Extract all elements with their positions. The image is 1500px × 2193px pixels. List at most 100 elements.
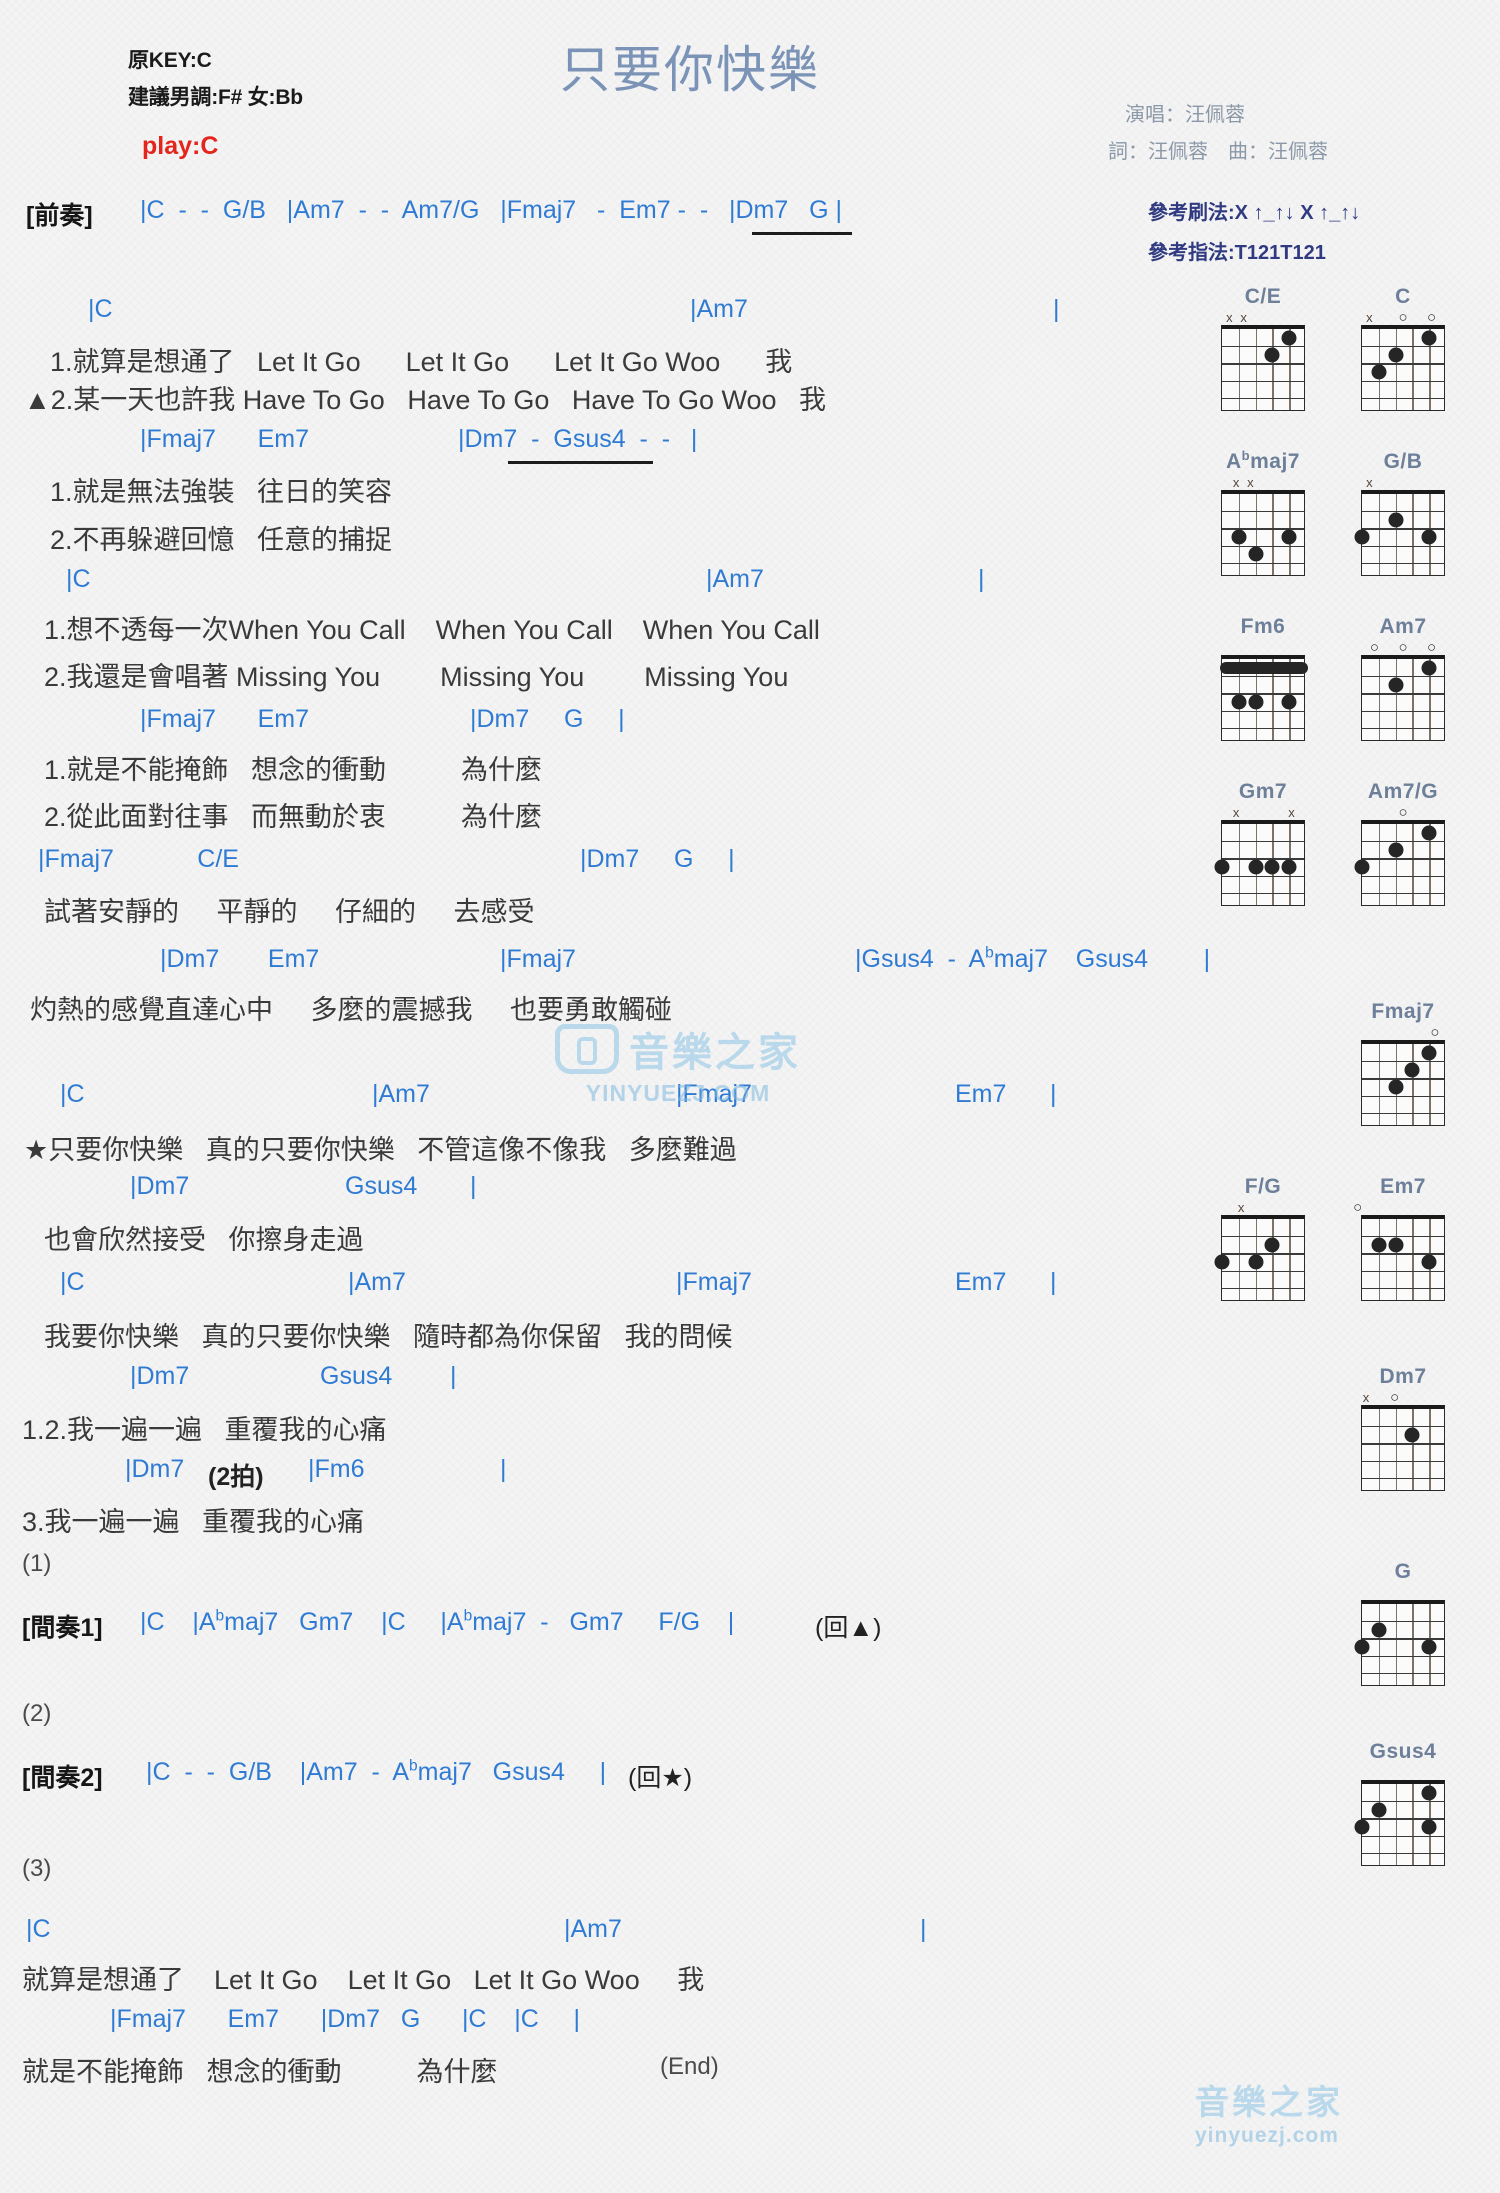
- ending-number-3: (3): [22, 1855, 52, 1882]
- chord-row-fmaj7-3: |Fmaj7: [500, 945, 576, 973]
- fret-line: [1222, 676, 1304, 678]
- watermark-logo-icon: [555, 1024, 619, 1074]
- chord-open-mute-marks: x ○: [1355, 1389, 1451, 1406]
- fretboard-grid: [1354, 1780, 1445, 1866]
- fret-line: [1222, 892, 1304, 895]
- chord-row-em7-3: Em7: [955, 1080, 1007, 1108]
- finger-dot: [1388, 1079, 1404, 1095]
- chord-row-dm7-gsus4-1: |Dm7 - Gsus4 - - |: [458, 425, 698, 453]
- ending-number-2: (2): [22, 1700, 52, 1727]
- finger-dot: [1214, 1254, 1230, 1270]
- chord-diagram-label: Gm7: [1238, 780, 1288, 803]
- chord-diagram-label: C: [1395, 285, 1411, 308]
- watermark-bottom: 音樂之家 yinyuezj.com: [1195, 2075, 1343, 2148]
- finger-dot: [1214, 859, 1230, 875]
- muted-string-icon: x: [1237, 1200, 1245, 1215]
- finger-dot: [1248, 546, 1264, 562]
- finger-dot: [1404, 1427, 1420, 1443]
- lyric-line-v1b: 1.就是無法強裝 往日的笑容: [50, 477, 393, 507]
- fret-line: [1362, 511, 1444, 513]
- fret-line: [1362, 1477, 1444, 1480]
- fret-line: [1222, 710, 1304, 712]
- chord-diagram-g: G: [1354, 1560, 1451, 1686]
- lyric-line-v2b: 2.不再躲避回憶 任意的捕捉: [50, 525, 393, 555]
- chord-diagram-am7: Am7 ○ ○ ○: [1355, 615, 1451, 741]
- open-string-icon: ○: [1353, 1199, 1363, 1216]
- fretboard-grid: [1221, 490, 1305, 576]
- muted-string-icon: x: [1240, 310, 1247, 325]
- chord-row-bar-2: |: [978, 565, 985, 593]
- lyric-line-bridge-2: 灼熱的感覺直達心中 多麼的震撼我 也要勇敢觸碰: [30, 995, 673, 1025]
- finger-dot: [1388, 842, 1404, 858]
- finger-dot: [1388, 1237, 1404, 1253]
- ending-chord-line-2: |Fmaj7 Em7 |Dm7 G |C |C |: [110, 2005, 581, 2033]
- chord-diagram-c: Cx ○ ○: [1355, 285, 1451, 411]
- lyric-line-chorus-1: ★只要你快樂 真的只要你快樂 不管這像不像我 多麼難過: [24, 1135, 737, 1165]
- fretboard-grid: [1361, 1215, 1445, 1301]
- chord-diagram-em7: Em7 ○: [1353, 1175, 1451, 1301]
- chord-diagram-label: F/G: [1244, 1175, 1282, 1198]
- finger-dot: [1388, 512, 1404, 528]
- chord-diagram-label: G: [1394, 1560, 1412, 1583]
- chord-diagram-dm7: Dm7 x ○: [1355, 1365, 1451, 1491]
- chord-row-fmaj7-em7-2: |Fmaj7 Em7: [140, 705, 310, 733]
- chord-row-c-2: |C: [66, 565, 91, 593]
- chord-diagram-label: Am7: [1379, 615, 1427, 638]
- muted-string-icon: x: [1362, 1390, 1370, 1405]
- singer-credit: 演唱：汪佩蓉: [1125, 104, 1245, 126]
- finger-dot: [1354, 529, 1370, 545]
- watermark-bottom-cn: 音樂之家: [1195, 2084, 1343, 2122]
- muted-string-icon: x: [1366, 475, 1373, 490]
- finger-dot: [1421, 1254, 1437, 1270]
- finger-dot: [1421, 330, 1437, 346]
- fret-line: [1222, 1287, 1304, 1290]
- fret-line: [1362, 858, 1444, 860]
- fretboard-grid: [1361, 1040, 1445, 1126]
- chord-row-dm7-4: |Dm7: [130, 1172, 190, 1200]
- chord-diagram-label: C/E: [1244, 285, 1282, 308]
- muted-string-icon: x: [1288, 805, 1295, 820]
- open-string-icon: ○: [1369, 639, 1379, 656]
- fret-line: [1362, 380, 1444, 382]
- lyric-line-chorus-4: 1.2.我一遍一遍 重覆我的心痛: [22, 1415, 387, 1445]
- fret-line: [1362, 562, 1444, 565]
- fret-line: [1362, 841, 1444, 843]
- chord-diagram-label: G/B: [1383, 450, 1423, 473]
- original-key-label: 原KEY:C: [128, 49, 212, 72]
- chord-row-am7-1: |Am7: [690, 295, 748, 323]
- chord-row-bar-5: |: [1050, 1268, 1057, 1296]
- watermark-cn-text: 音樂之家: [629, 1031, 801, 1075]
- chord-row-fmaj7-em7-1: |Fmaj7 Em7: [140, 425, 310, 453]
- finger-dot: [1371, 1802, 1387, 1818]
- fret-line: [1362, 397, 1444, 400]
- chord-diagram-fm6: Fm6: [1215, 615, 1311, 741]
- muted-string-icon: x: [1226, 310, 1233, 325]
- fretboard-grid: [1361, 655, 1445, 741]
- fretboard-grid: [1221, 325, 1305, 411]
- ending-chord-am7: |Am7: [564, 1915, 622, 1943]
- fret-line: [1362, 1835, 1444, 1837]
- fret-line: [1362, 1460, 1444, 1462]
- beats-note: (2拍): [208, 1463, 264, 1491]
- finger-dot: [1404, 1062, 1420, 1078]
- fret-line: [1222, 841, 1304, 843]
- chord-diagram-label: Am7/G: [1367, 780, 1439, 803]
- finger-dot: [1388, 347, 1404, 363]
- lyric-line-chorus-5: 3.我一遍一遍 重覆我的心痛: [22, 1507, 365, 1537]
- chord-row-gsus4-3: Gsus4: [345, 1172, 418, 1200]
- chord-diagram-label: Em7: [1380, 1175, 1426, 1198]
- fretboard-grid: [1361, 1405, 1445, 1491]
- finger-dot: [1421, 825, 1437, 841]
- chord-row-bar-7: |: [500, 1455, 507, 1483]
- open-string-icon: ○: [1390, 1389, 1400, 1406]
- interlude1-chords: |C |Abmaj7 Gm7 |C |Abmaj7 - Gm7 F/G |: [140, 1607, 735, 1636]
- finger-dot: [1421, 529, 1437, 545]
- fret-line: [1222, 1253, 1304, 1255]
- chord-row-dm7-g-2: |Dm7 G |: [470, 705, 625, 733]
- writer-credit: 詞：汪佩蓉 曲：汪佩蓉: [1108, 141, 1328, 163]
- chord-row-c-1: |C: [88, 295, 113, 323]
- open-string-icon: ○: [1430, 1024, 1440, 1041]
- lyric-line-chorus-2: 也會欣然接受 你擦身走過: [44, 1225, 364, 1255]
- finger-dot: [1231, 694, 1247, 710]
- chord-diagram-fmaj7: Fmaj7 ○: [1355, 1000, 1451, 1126]
